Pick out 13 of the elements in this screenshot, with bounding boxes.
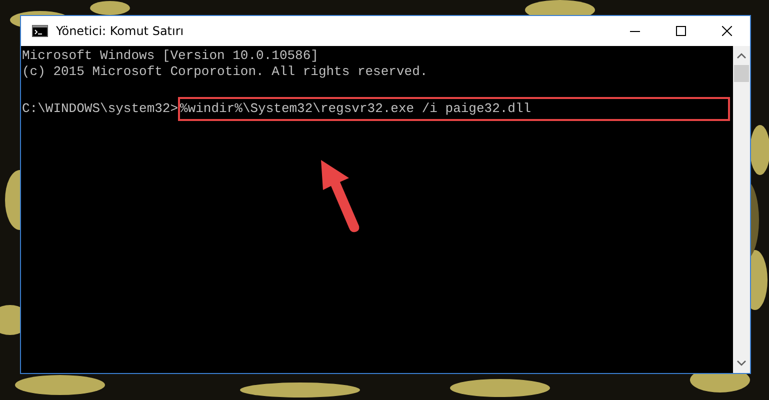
close-icon <box>722 26 732 36</box>
minimize-icon <box>630 30 640 32</box>
console-output-line: (c) 2015 Microsoft Corporotion. All rights reserved. <box>22 64 429 80</box>
highlighted-command: %windir%\System32\regsvr32.exe /i paige32.dll <box>178 97 730 121</box>
command-prompt-path: C:\WINDOWS\system32> <box>22 101 178 117</box>
terminal-icon <box>32 25 48 37</box>
console-output-line: Microsoft Windows [Version 10.0.10586] <box>22 48 320 64</box>
chevron-down-icon[interactable] <box>737 360 746 366</box>
window-title: Yönetici: Komut Satırı <box>56 24 184 38</box>
scrollbar-thumb[interactable] <box>734 65 749 82</box>
vertical-scrollbar[interactable] <box>733 46 750 373</box>
chevron-up-icon[interactable] <box>737 53 746 59</box>
maximize-icon <box>676 26 686 36</box>
